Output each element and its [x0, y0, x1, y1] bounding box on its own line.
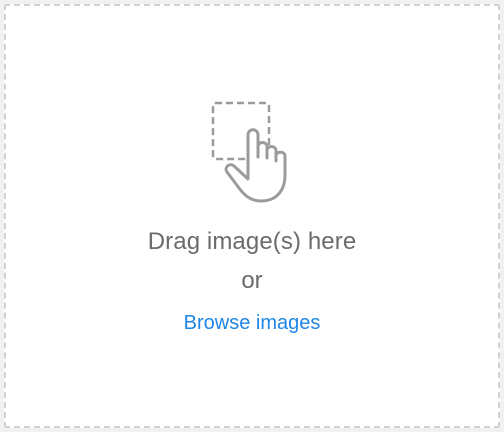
- drag-instruction: Drag image(s) here: [147, 228, 357, 255]
- browse-images-link[interactable]: Browse images: [184, 312, 321, 334]
- or-separator: or: [241, 267, 263, 294]
- image-dropzone[interactable]: Drag image(s) here or Browse images: [4, 4, 500, 428]
- browse-images-link-container: Browse images: [6, 308, 498, 338]
- drag-hand-icon: [204, 95, 310, 205]
